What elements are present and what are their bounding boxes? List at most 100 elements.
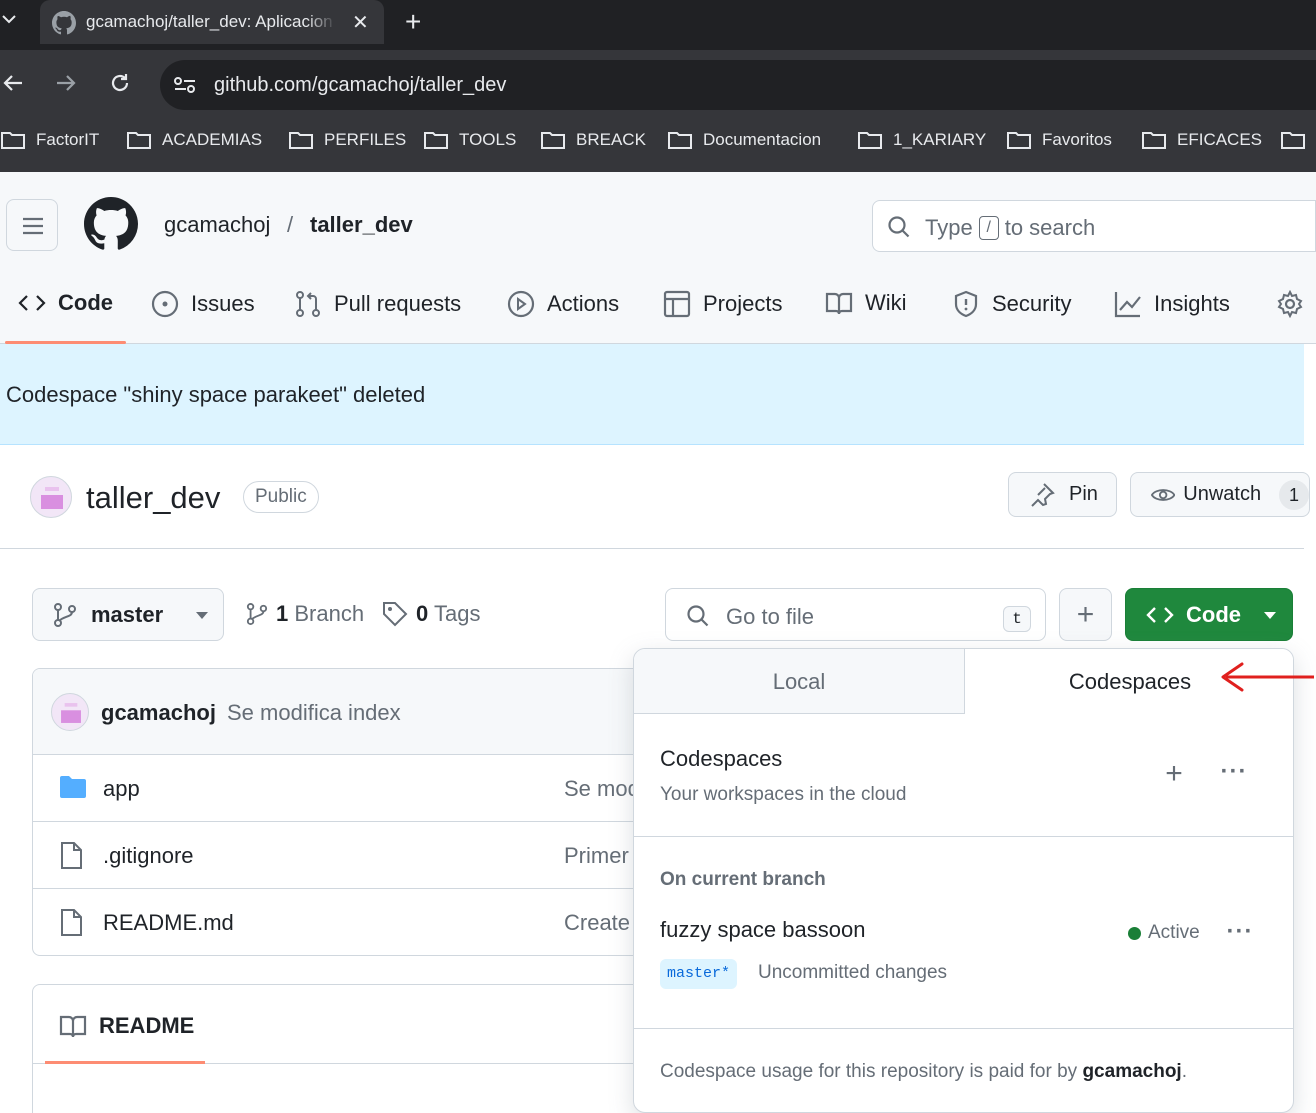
file-name[interactable]: README.md <box>103 910 234 936</box>
readme-header: README <box>33 985 651 1064</box>
file-row[interactable]: app Se modifica index <box>33 755 651 822</box>
readme-tab-underline <box>45 1061 205 1064</box>
code-dropdown: Local Codespaces Codespaces Your workspa… <box>633 648 1294 1113</box>
reload-icon[interactable] <box>109 72 131 94</box>
play-icon <box>507 290 535 318</box>
watch-button[interactable]: Unwatch 1 <box>1130 472 1310 517</box>
folder-icon <box>1007 132 1031 149</box>
file-name[interactable]: .gitignore <box>103 843 194 869</box>
bookmark-label: FactorIT <box>36 130 100 149</box>
commit-author[interactable]: gcamachoj <box>101 700 216 726</box>
bookmark-folder[interactable]: PERFILES <box>288 130 406 150</box>
flash-message: Codespace "shiny space parakeet" deleted <box>6 382 426 407</box>
active-status-dot-icon <box>1128 926 1141 940</box>
git-branch-icon <box>246 603 268 625</box>
bookmark-folder[interactable]: FactorIT <box>0 130 99 150</box>
site-settings-icon[interactable] <box>172 73 198 97</box>
address-bar[interactable]: github.com/gcamachoj/taller_dev <box>160 60 1316 110</box>
branch-selector[interactable]: master <box>32 588 224 641</box>
bookmark-label: 1_KARIARY <box>893 130 987 149</box>
bookmark-folder[interactable]: BREACK <box>540 130 646 150</box>
tab-insights[interactable]: Insights <box>1114 290 1230 318</box>
tab-issues[interactable]: Issues <box>151 290 255 318</box>
bookmark-folder[interactable]: 1_KARIARY <box>857 130 986 150</box>
menu-button[interactable] <box>6 199 58 251</box>
billing-owner: gcamachoj <box>1082 1061 1182 1082</box>
git-branch-icon <box>54 602 76 627</box>
search-input[interactable]: Type / to search <box>872 200 1316 252</box>
tab-search-menu-icon[interactable] <box>0 8 24 36</box>
tab-code[interactable]: Code <box>18 290 113 316</box>
close-tab-icon[interactable]: ✕ <box>352 10 369 35</box>
issue-icon <box>151 290 179 318</box>
bookmark-label: ACADEMIAS <box>162 130 263 149</box>
bookmark-folder[interactable]: ACADEMIAS <box>126 130 262 150</box>
section-heading: On current branch <box>660 869 826 890</box>
table-icon <box>663 290 691 318</box>
codespaces-subtitle: Your workspaces in the cloud <box>660 784 907 805</box>
divider <box>0 548 1304 549</box>
repo-title[interactable]: taller_dev <box>86 480 220 516</box>
url-text[interactable]: github.com/gcamachoj/taller_dev <box>214 74 506 97</box>
billing-note: Codespace usage for this repository is p… <box>660 1061 1187 1082</box>
tab-local[interactable]: Local <box>634 649 965 714</box>
tab-pull-requests[interactable]: Pull requests <box>294 290 461 318</box>
branches-link[interactable]: 1 Branch <box>246 601 364 627</box>
breadcrumb-owner[interactable]: gcamachoj <box>164 212 270 238</box>
tab-security[interactable]: Security <box>952 290 1071 318</box>
tags-link[interactable]: 0 Tags <box>382 601 480 627</box>
codespace-branch-chip: master* <box>660 959 738 989</box>
go-to-file-input[interactable]: Go to file t <box>665 588 1046 641</box>
readme-panel: README <box>32 984 652 1113</box>
pin-button[interactable]: Pin <box>1008 472 1117 517</box>
github-logo-icon[interactable] <box>84 197 138 251</box>
bookmark-folder[interactable]: TOOLS <box>423 130 516 150</box>
tab-settings-gear[interactable] <box>1276 290 1304 318</box>
folder-icon <box>1281 132 1305 149</box>
latest-commit-bar: gcamachoj Se modifica index <box>33 669 651 755</box>
watch-count: 1 <box>1279 479 1309 510</box>
visibility-badge: Public <box>243 481 319 513</box>
book-icon <box>59 1015 87 1038</box>
commit-author-avatar[interactable] <box>51 693 89 731</box>
folder-icon <box>668 132 692 149</box>
search-icon <box>686 604 710 628</box>
codespace-more-button[interactable]: ··· <box>1220 912 1260 952</box>
file-row[interactable]: README.md Create README.md <box>33 889 651 955</box>
codespace-name[interactable]: fuzzy space bassoon <box>660 917 865 943</box>
shield-icon <box>954 290 978 318</box>
code-button[interactable]: Code <box>1125 588 1293 641</box>
divider <box>634 1028 1293 1029</box>
bookmark-folder[interactable]: Documentacion <box>667 130 821 150</box>
eye-icon <box>1151 488 1176 501</box>
folder-icon <box>1 132 25 149</box>
codespace-changes: Uncommitted changes <box>758 962 948 983</box>
add-file-button[interactable]: + <box>1059 588 1112 641</box>
new-tab-button[interactable]: + <box>405 6 421 38</box>
readme-tab[interactable]: README <box>59 1013 194 1039</box>
codespaces-more-button[interactable]: ··· <box>1214 752 1254 792</box>
breadcrumb-repo[interactable]: taller_dev <box>310 212 413 238</box>
browser-tab[interactable]: gcamachoj/taller_dev: Aplicacion ✕ <box>40 0 384 44</box>
github-header <box>0 172 1316 344</box>
tab-projects[interactable]: Projects <box>663 290 782 318</box>
file-row[interactable]: .gitignore Primer commit <box>33 822 651 889</box>
bookmark-folder[interactable]: EFICACES <box>1141 130 1262 150</box>
back-arrow-icon[interactable] <box>2 72 24 94</box>
file-browser: gcamachoj Se modifica index app Se modif… <box>32 668 652 956</box>
folder-icon <box>858 132 882 149</box>
bookmark-folder[interactable]: Favoritos <box>1006 130 1112 150</box>
go-to-file-placeholder: Go to file <box>726 604 815 629</box>
file-name[interactable]: app <box>103 776 140 802</box>
create-codespace-button[interactable]: + <box>1154 754 1194 794</box>
commit-message[interactable]: Se modifica index <box>227 700 401 726</box>
caret-down-icon <box>1264 611 1276 619</box>
bookmarks-bar: FactorIT ACADEMIAS PERFILES TOOLS BREACK… <box>0 112 1316 172</box>
tab-wiki[interactable]: Wiki <box>825 290 907 316</box>
tab-actions[interactable]: Actions <box>507 290 619 318</box>
file-icon <box>59 842 83 870</box>
owner-avatar[interactable] <box>30 476 72 518</box>
forward-arrow-icon[interactable] <box>55 72 77 94</box>
divider <box>634 836 1293 837</box>
bookmark-folder-overflow[interactable] <box>1280 130 1306 150</box>
